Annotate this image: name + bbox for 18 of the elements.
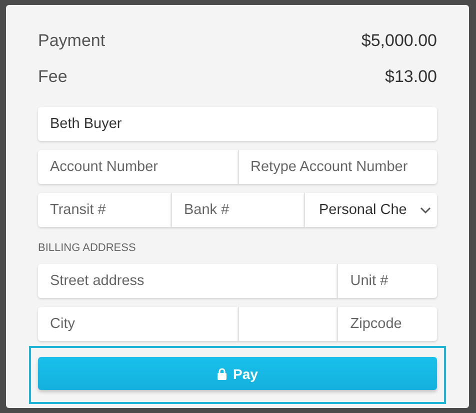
lock-icon bbox=[217, 368, 228, 380]
input-field[interactable]: Transit # bbox=[38, 193, 171, 227]
summary-label: Fee bbox=[38, 67, 68, 87]
input-field[interactable]: City bbox=[38, 307, 238, 341]
input-field[interactable]: Retype Account Number bbox=[238, 150, 437, 184]
chevron-down-icon bbox=[420, 206, 431, 214]
input-field[interactable]: Unit # bbox=[337, 264, 437, 298]
input-field[interactable]: Account Number bbox=[38, 150, 238, 184]
input-field[interactable] bbox=[238, 307, 338, 341]
input-field[interactable]: Beth Buyer bbox=[38, 107, 437, 141]
dropdown[interactable]: Personal Che bbox=[304, 193, 437, 227]
input-field[interactable]: Zipcode bbox=[337, 307, 437, 341]
summary-amount: $5,000.00 bbox=[361, 31, 437, 51]
summary-label: Payment bbox=[38, 31, 106, 51]
input-field[interactable]: Street address bbox=[38, 264, 338, 298]
input-field[interactable]: Bank # bbox=[171, 193, 304, 227]
summary-amount: $13.00 bbox=[385, 67, 437, 87]
section-label: BILLING ADDRESS bbox=[38, 242, 136, 254]
